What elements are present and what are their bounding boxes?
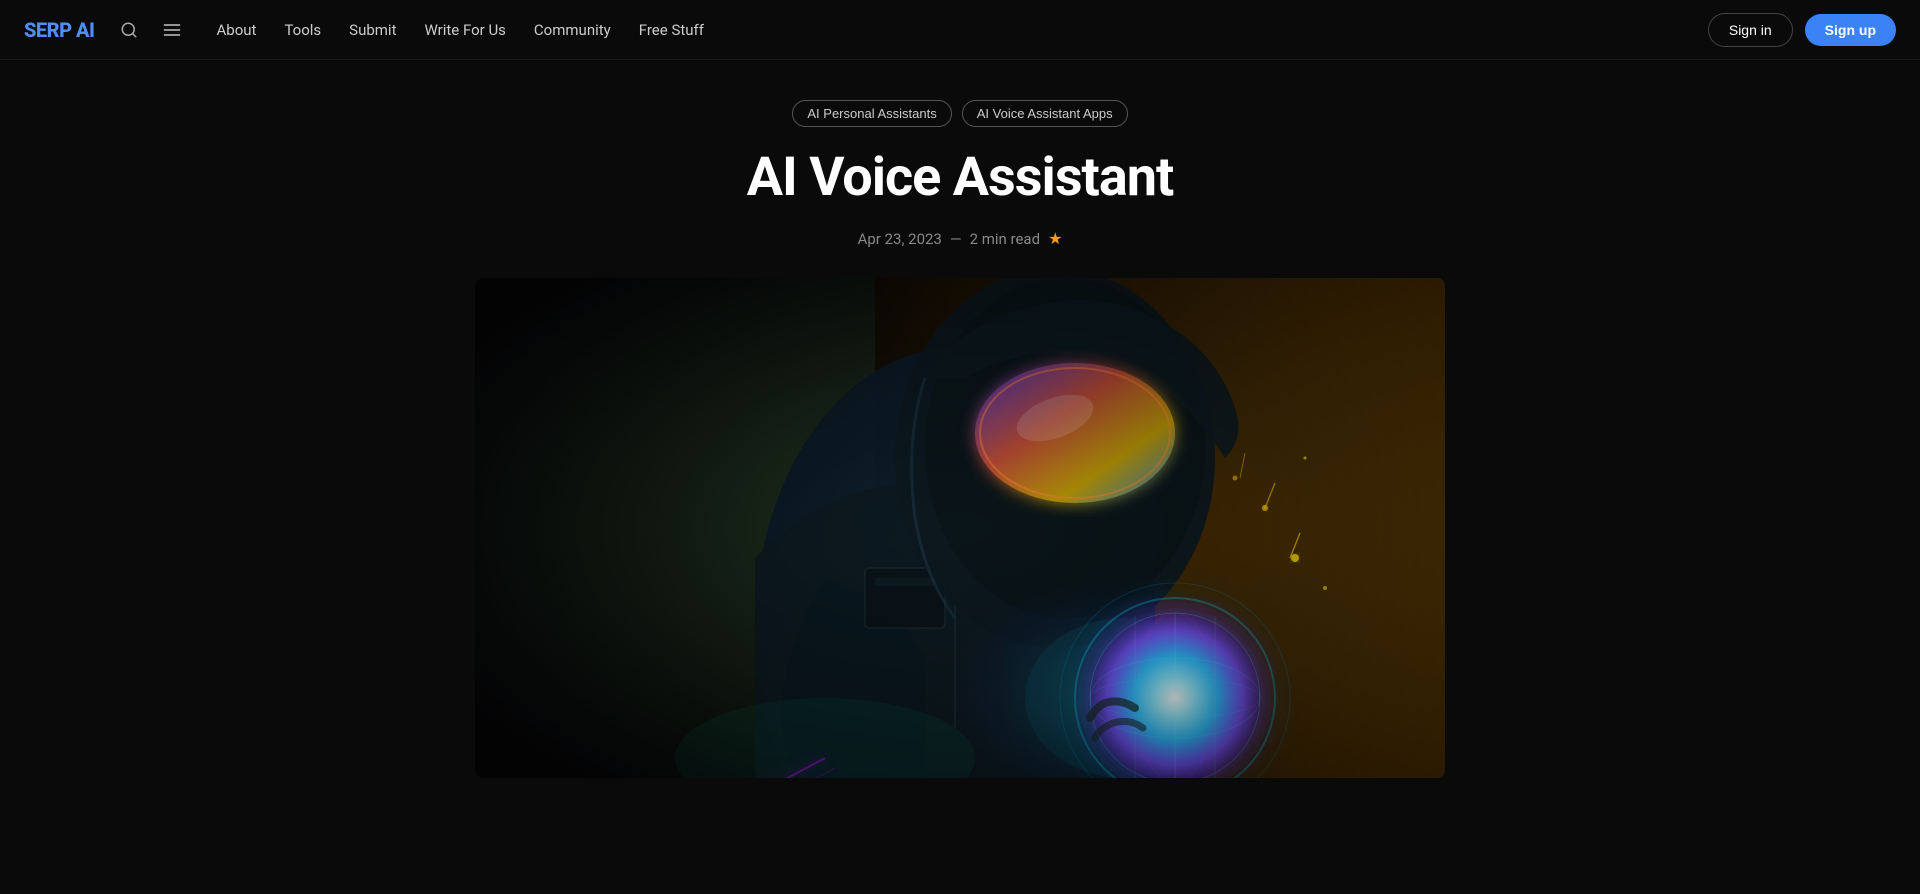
article-read-time: 2 min read bbox=[970, 230, 1040, 248]
nav-tools[interactable]: Tools bbox=[284, 21, 321, 39]
article-meta: Apr 23, 2023 — 2 min read ★ bbox=[858, 229, 1063, 248]
hero-image-container bbox=[475, 278, 1445, 778]
main-content: AI Personal Assistants AI Voice Assistan… bbox=[0, 60, 1920, 778]
nav-free-stuff[interactable]: Free Stuff bbox=[639, 21, 704, 39]
article-dash: — bbox=[950, 230, 962, 248]
search-icon bbox=[120, 21, 138, 39]
hero-svg bbox=[475, 278, 1445, 778]
article-title: AI Voice Assistant bbox=[747, 147, 1174, 209]
navbar-left: SERP AI About Tools Submit Write For bbox=[24, 14, 704, 46]
navbar-nav: About Tools Submit Write For Us Communit… bbox=[216, 21, 703, 39]
logo-text: SERP AI bbox=[24, 18, 94, 42]
navbar-right: Sign in Sign up bbox=[1708, 13, 1896, 47]
logo[interactable]: SERP AI bbox=[24, 18, 94, 42]
tags-row: AI Personal Assistants AI Voice Assistan… bbox=[792, 100, 1127, 127]
nav-about[interactable]: About bbox=[216, 21, 256, 39]
tag-ai-voice-assistant-apps[interactable]: AI Voice Assistant Apps bbox=[962, 100, 1128, 127]
menu-button[interactable] bbox=[156, 14, 188, 46]
nav-write-for-us[interactable]: Write For Us bbox=[424, 21, 505, 39]
signin-button[interactable]: Sign in bbox=[1708, 13, 1793, 47]
menu-icon bbox=[162, 20, 182, 40]
signup-button[interactable]: Sign up bbox=[1805, 14, 1896, 46]
navbar-icons bbox=[114, 14, 188, 46]
nav-community[interactable]: Community bbox=[534, 21, 611, 39]
article-date: Apr 23, 2023 bbox=[858, 230, 942, 248]
tag-ai-personal-assistants[interactable]: AI Personal Assistants bbox=[792, 100, 951, 127]
hero-image bbox=[475, 278, 1445, 778]
navbar: SERP AI About Tools Submit Write For bbox=[0, 0, 1920, 60]
article-star-icon: ★ bbox=[1048, 229, 1062, 248]
nav-submit[interactable]: Submit bbox=[349, 21, 396, 39]
search-button[interactable] bbox=[114, 15, 144, 45]
